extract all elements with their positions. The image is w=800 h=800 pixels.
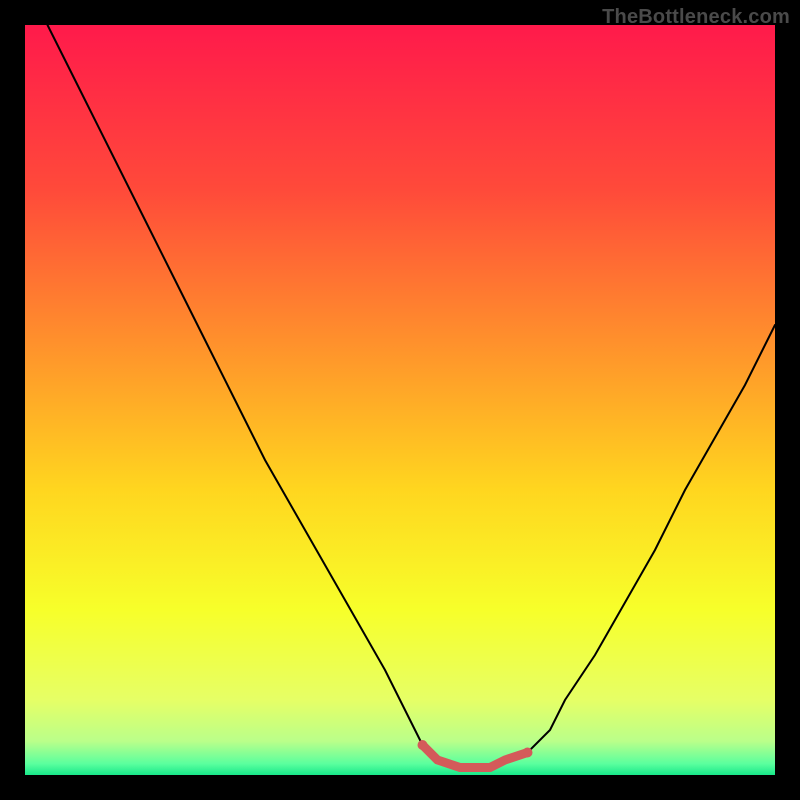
gradient-background xyxy=(25,25,775,775)
chart-frame: TheBottleneck.com xyxy=(0,0,800,800)
bottleneck-chart xyxy=(25,25,775,775)
watermark-text: TheBottleneck.com xyxy=(602,6,790,29)
optimal-range-start-dot xyxy=(418,740,428,750)
optimal-range-end-dot xyxy=(523,748,533,758)
